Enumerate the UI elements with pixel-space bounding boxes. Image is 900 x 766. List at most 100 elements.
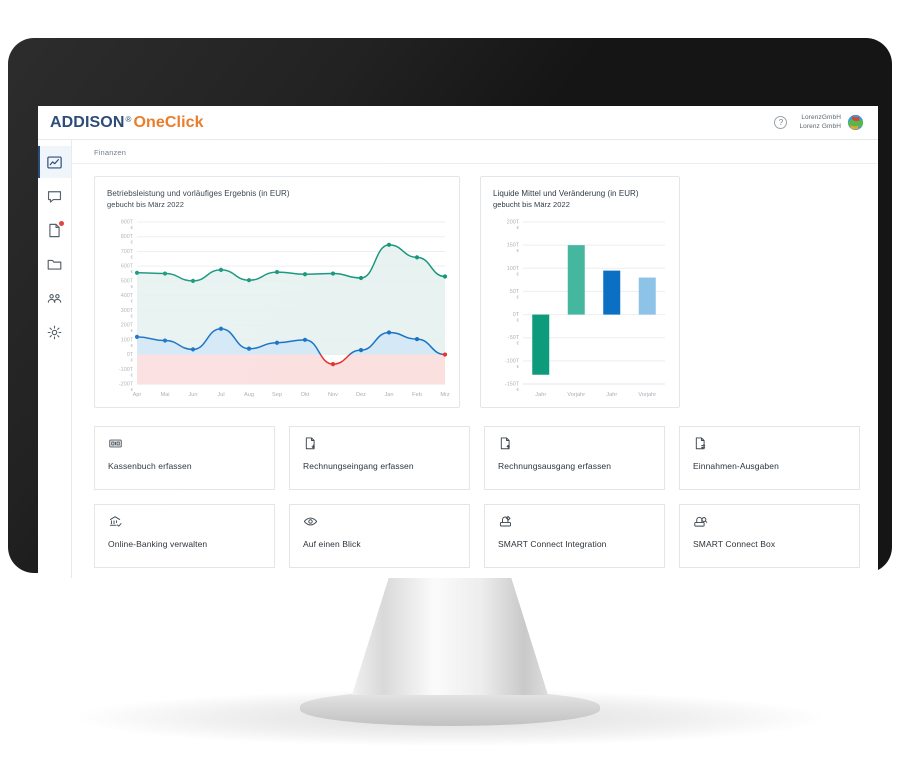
body-area: Finanzen Betriebsleistung und vorläufige… <box>38 140 878 578</box>
line-chart-svg: 900T€800T€700T€600T€500T€400T€300T€200T€… <box>119 220 450 399</box>
svg-text:Vorjahr: Vorjahr <box>567 392 585 398</box>
sidebar-item-documents[interactable] <box>38 214 71 246</box>
breadcrumb: Finanzen <box>72 140 878 164</box>
application-window: ADDISON ® OneClick ? LorenzGmbH Lorenz Gmb… <box>38 106 878 578</box>
chart-plot-liquide-mittel: 200T €150T €100T €50T €0T € -50T € -100T € -150T € J… <box>493 216 669 411</box>
chart-title-liquide-mittel: Liquide Mittel und Veränderung (in EUR) <box>493 189 639 198</box>
svg-text:Jul: Jul <box>217 392 224 398</box>
main-content: Finanzen Betriebsleistung und vorläufige… <box>72 140 878 578</box>
account-name-full: Lorenz GmbH <box>799 122 841 130</box>
chart-line-icon <box>46 154 63 171</box>
svg-text:Aug: Aug <box>244 392 254 398</box>
monitor-screen: ADDISON ® OneClick ? LorenzGmbH Lorenz Gmb… <box>38 106 878 578</box>
logo-oneclick-text: OneClick <box>133 113 204 131</box>
svg-text:Mrz: Mrz <box>440 392 450 398</box>
tile-label: Auf einen Blick <box>303 539 361 549</box>
bank-check-icon <box>108 514 263 532</box>
tile-label: Rechnungsausgang erfassen <box>498 461 612 471</box>
svg-text:€: € <box>131 225 134 230</box>
sidebar-item-folders[interactable] <box>38 248 71 280</box>
svg-text:Jun: Jun <box>188 392 197 398</box>
speech-bubble-icon <box>46 188 63 205</box>
tile-label: SMART Connect Box <box>693 539 776 549</box>
svg-text:€: € <box>131 343 134 348</box>
tile-online-banking-verwalten[interactable]: Online-Banking verwalten <box>94 504 275 568</box>
svg-text:€: € <box>517 364 520 369</box>
svg-text:Nov: Nov <box>328 392 338 398</box>
svg-text:Dez: Dez <box>356 392 366 398</box>
charts-row: Betriebsleistung und vorläufiges Ergebni… <box>94 176 860 408</box>
svg-text:€: € <box>517 387 520 392</box>
document-out-icon <box>498 436 653 454</box>
svg-text:€: € <box>131 284 134 289</box>
tile-label: Einnahmen-Ausgaben <box>693 461 779 471</box>
tile-rechnungseingang-erfassen[interactable]: Rechnungseingang erfassen <box>289 426 470 490</box>
svg-text:Sep: Sep <box>272 392 282 398</box>
svg-text:€: € <box>131 358 134 363</box>
globe-icon <box>847 114 864 131</box>
app-logo[interactable]: ADDISON ® OneClick <box>50 114 204 132</box>
svg-text:Okt: Okt <box>301 392 310 398</box>
sidebar-item-contacts[interactable] <box>38 282 71 314</box>
eye-icon <box>303 514 458 532</box>
monitor-bezel: ADDISON ® OneClick ? LorenzGmbH Lorenz Gmb… <box>8 38 892 578</box>
cashbook-icon <box>108 436 263 454</box>
svg-text:Feb: Feb <box>412 392 422 398</box>
tile-auf-einen-blick[interactable]: Auf einen Blick <box>289 504 470 568</box>
monitor-scene: ADDISON ® OneClick ? LorenzGmbH Lorenz Gmb… <box>0 0 900 766</box>
chart-subtitle-liquide-mittel: gebucht bis März 2022 <box>493 199 570 209</box>
top-bar-right: ? LorenzGmbH Lorenz GmbH <box>774 114 864 131</box>
svg-text:€: € <box>131 372 134 377</box>
sidebar-item-messages[interactable] <box>38 180 71 212</box>
document-exchange-icon <box>693 436 848 454</box>
chart-title-betriebsleistung: Betriebsleistung und vorläufiges Ergebni… <box>107 189 290 198</box>
tile-label: Online-Banking verwalten <box>108 539 208 549</box>
help-icon[interactable]: ? <box>774 116 788 129</box>
svg-text:€: € <box>517 225 520 230</box>
tile-label: Kassenbuch erfassen <box>108 461 192 471</box>
svg-text:€: € <box>517 295 520 300</box>
smart-connect-box-icon <box>693 514 848 532</box>
folder-icon <box>46 256 63 273</box>
chart-subtitle-betriebsleistung: gebucht bis März 2022 <box>107 199 184 209</box>
document-in-icon <box>303 436 458 454</box>
sidebar-item-dashboard[interactable] <box>38 146 71 178</box>
sidebar-item-settings[interactable] <box>38 316 71 348</box>
tile-label: SMART Connect Integration <box>498 539 607 549</box>
chart-card-betriebsleistung: Betriebsleistung und vorläufiges Ergebni… <box>94 176 460 408</box>
tile-rechnungsausgang-erfassen[interactable]: Rechnungsausgang erfassen <box>484 426 665 490</box>
svg-text:Jahr: Jahr <box>606 392 617 398</box>
chart-plot-betriebsleistung: 900T €800T €700T €600T €500T €400T €300T €200T €… <box>107 216 450 411</box>
svg-text:€: € <box>517 248 520 253</box>
svg-text:€: € <box>131 240 134 245</box>
account-name-short: LorenzGmbH <box>801 114 841 122</box>
account-names: LorenzGmbH Lorenz GmbH <box>799 114 841 130</box>
panels: Betriebsleistung und vorläufiges Ergebni… <box>72 164 878 568</box>
svg-text:€: € <box>131 269 134 274</box>
people-icon <box>46 290 63 307</box>
tiles-grid: Kassenbuch erfassen Rechnungseingang erfa… <box>94 426 860 568</box>
chart-card-liquide-mittel: Liquide Mittel und Veränderung (in EUR) … <box>480 176 680 408</box>
svg-text:€: € <box>517 318 520 323</box>
svg-text:Jahr: Jahr <box>535 392 546 398</box>
svg-text:Apr: Apr <box>133 392 142 398</box>
tile-einnahmen-ausgaben[interactable]: Einnahmen-Ausgaben <box>679 426 860 490</box>
top-bar: ADDISON ® OneClick ? LorenzGmbH Lorenz Gmb… <box>38 106 878 140</box>
svg-text:Vorjahr: Vorjahr <box>638 392 656 398</box>
tile-kassenbuch-erfassen[interactable]: Kassenbuch erfassen <box>94 426 275 490</box>
svg-text:€: € <box>131 255 134 260</box>
svg-text:€: € <box>131 328 134 333</box>
svg-text:€: € <box>517 341 520 346</box>
sidebar-navigation <box>38 140 72 578</box>
svg-text:€: € <box>131 299 134 304</box>
account-menu[interactable]: LorenzGmbH Lorenz GmbH <box>799 114 864 131</box>
logo-addison-text: ADDISON <box>50 113 125 131</box>
smart-connect-icon <box>498 514 653 532</box>
tile-smart-connect-box[interactable]: SMART Connect Box <box>679 504 860 568</box>
gear-icon <box>46 324 63 341</box>
logo-registered-mark: ® <box>125 114 132 124</box>
tile-smart-connect-integration[interactable]: SMART Connect Integration <box>484 504 665 568</box>
monitor-stand-neck <box>352 570 548 695</box>
svg-text:Mai: Mai <box>160 392 169 398</box>
monitor-base <box>300 690 600 726</box>
